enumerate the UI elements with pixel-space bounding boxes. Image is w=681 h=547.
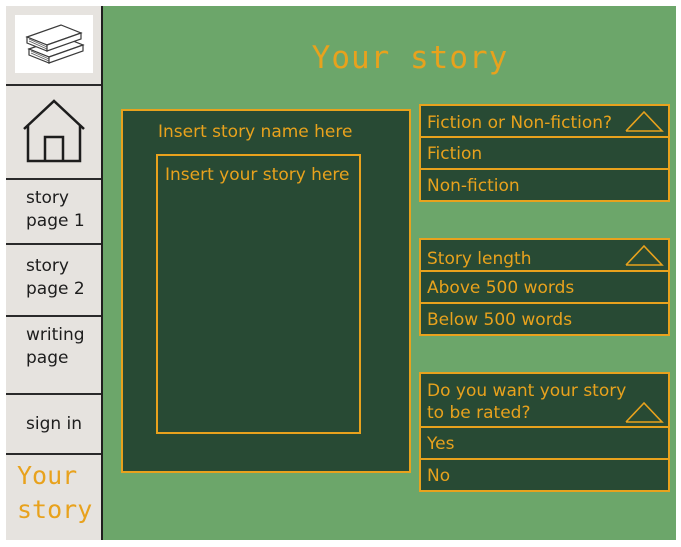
chevron-up-icon[interactable] [624, 109, 664, 133]
genre-option-non-fiction[interactable]: Non-fiction [419, 168, 670, 202]
story-name-input[interactable]: Insert story name here [158, 122, 352, 142]
sidebar-divider [6, 315, 101, 317]
sidebar: story page 1 story page 2 writing page s… [6, 6, 103, 540]
sidebar-divider [6, 243, 101, 245]
home-icon[interactable] [22, 99, 86, 163]
books-icon [25, 24, 85, 64]
length-dropdown-header[interactable]: Story length [419, 238, 670, 272]
sidebar-divider [6, 393, 101, 395]
sidebar-item-story-page-2[interactable]: story page 2 [26, 255, 85, 301]
sidebar-divider [6, 453, 101, 455]
chevron-up-icon[interactable] [624, 400, 664, 424]
rating-dropdown-header[interactable]: Do you want your story to be rated? [419, 372, 670, 428]
chevron-up-icon[interactable] [624, 243, 664, 267]
sidebar-item-label: story [26, 188, 69, 208]
rating-dropdown: Do you want your story to be rated? Yes … [419, 372, 670, 492]
sidebar-item-story-page-1[interactable]: story page 1 [26, 187, 85, 233]
sidebar-divider [6, 84, 101, 86]
rating-option-yes[interactable]: Yes [419, 426, 670, 460]
length-option-below-500[interactable]: Below 500 words [419, 302, 670, 336]
sidebar-item-label: page 2 [26, 279, 85, 299]
story-body-placeholder: Insert your story here [165, 165, 350, 185]
rating-option-no[interactable]: No [419, 458, 670, 492]
brand-logo-text: Your story [17, 461, 93, 524]
length-dropdown: Story length Above 500 words Below 500 w… [419, 238, 670, 336]
genre-dropdown: Fiction or Non-fiction? Fiction Non-fict… [419, 104, 670, 202]
genre-option-fiction[interactable]: Fiction [419, 136, 670, 170]
length-option-above-500[interactable]: Above 500 words [419, 270, 670, 304]
story-editor-panel: Insert story name here Insert your story… [121, 109, 411, 473]
sign-in-link[interactable]: sign in [26, 413, 82, 436]
sidebar-item-label: page [26, 348, 69, 368]
genre-dropdown-header[interactable]: Fiction or Non-fiction? [419, 104, 670, 138]
sidebar-item-label: story [26, 256, 69, 276]
sidebar-item-label: page 1 [26, 211, 85, 231]
sidebar-divider [6, 178, 101, 180]
logo[interactable] [15, 15, 93, 73]
page-title: Your story [311, 40, 509, 76]
sidebar-item-label: writing [26, 325, 85, 345]
sidebar-item-writing-page[interactable]: writing page [26, 324, 85, 370]
story-body-textarea[interactable]: Insert your story here [156, 154, 361, 434]
